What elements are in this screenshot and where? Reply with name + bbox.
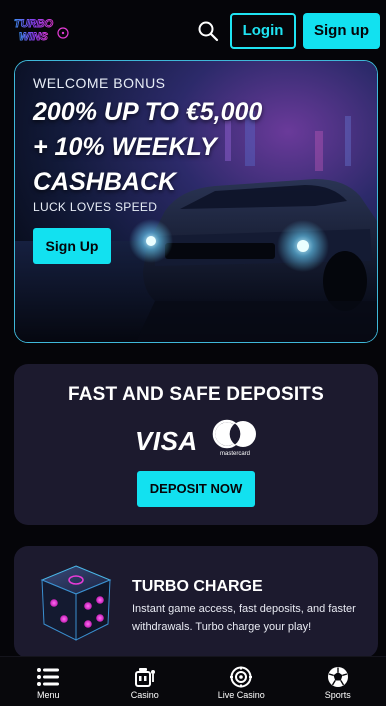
hero-kicker: WELCOME BONUS [33, 75, 166, 91]
search-icon[interactable] [196, 19, 220, 43]
visa-logo: VISA [135, 426, 198, 456]
hero-signup-button[interactable]: Sign Up [33, 228, 111, 264]
deposit-now-button[interactable]: DEPOSIT NOW [137, 471, 255, 507]
top-header: TURBO WINS Login Sign up [0, 0, 386, 60]
hero-headline-line-3: CASHBACK [33, 168, 177, 196]
mastercard-logo: mastercard [211, 419, 259, 459]
logo-graphic: TURBO WINS [14, 18, 69, 43]
mastercard-icon [212, 419, 256, 449]
hero-copy: WELCOME BONUS 200% UP TO €5,000 + 10% WE… [33, 75, 262, 214]
nav-label-live-casino: Live Casino [217, 690, 265, 700]
deposits-title: FAST AND SAFE DEPOSITS [67, 384, 324, 405]
nav-label-sports: Sports [324, 690, 351, 700]
sports-icon [327, 667, 348, 687]
turbowins-logo[interactable]: TURBO WINS [12, 15, 70, 45]
live-casino-icon [230, 666, 253, 688]
hero-headline-line-2: + 10% WEEKLY [33, 133, 217, 161]
nav-item-sports[interactable]: Sports [290, 657, 386, 706]
turbo-charge-description: Instant game access, fast deposits, and … [132, 603, 356, 633]
nav-item-casino[interactable]: Casino [97, 657, 194, 706]
dice-icon [40, 565, 112, 641]
hero-tagline: LUCK LOVES SPEED [33, 200, 158, 214]
login-button[interactable]: Login [230, 13, 296, 49]
nav-label-casino: Casino [130, 690, 159, 700]
nav-item-menu[interactable]: Menu [0, 657, 97, 706]
menu-icon [37, 668, 60, 686]
bottom-navigation: Menu Casino Live Casino Sports [0, 656, 386, 706]
hero-headline: 200% UP TO €5,000 + 10% WEEKLY CASHBACK [33, 95, 262, 200]
turbo-charge-title: TURBO CHARGE [132, 578, 263, 595]
nav-item-live-casino[interactable]: Live Casino [193, 657, 290, 706]
logo-text-line-1: TURBO [14, 18, 54, 30]
turbo-charge-card[interactable]: TURBO CHARGE Instant game access, fast d… [14, 546, 378, 658]
logo-text-line-2: WINS [19, 31, 48, 43]
welcome-bonus-banner[interactable]: WELCOME BONUS 200% UP TO €5,000 + 10% WE… [14, 60, 378, 343]
mastercard-label: mastercard [219, 451, 250, 457]
nav-label-menu: Menu [36, 690, 60, 700]
deposits-card: FAST AND SAFE DEPOSITS VISA mastercard D… [14, 364, 378, 525]
casino-icon [134, 668, 155, 687]
hero-headline-line-1: 200% UP TO €5,000 [33, 98, 263, 126]
signup-button[interactable]: Sign up [303, 13, 380, 49]
